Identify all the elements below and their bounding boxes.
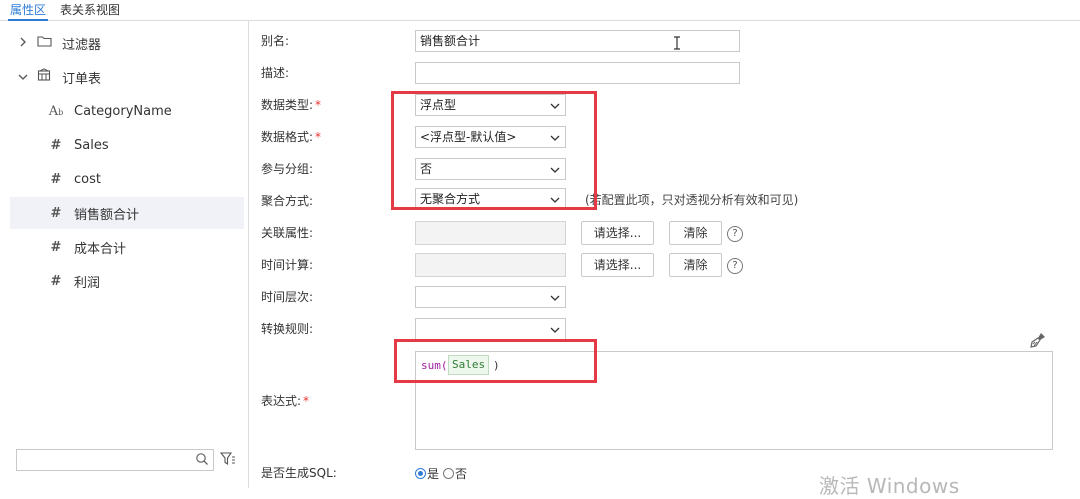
- chevron-down-icon[interactable]: [16, 71, 30, 84]
- left-tree-panel: 过滤器 订单表 Ab CategoryName # Sales # cost #…: [0, 21, 249, 488]
- tree-item-sales-total[interactable]: # 销售额合计: [10, 197, 244, 229]
- grouping-label: 参与分组:: [261, 162, 314, 176]
- hash-icon: #: [50, 239, 62, 255]
- radio-unchecked-icon[interactable]: [443, 468, 454, 479]
- aggregation-hint: (若配置此项，只对透视分析有效和可见): [585, 193, 799, 207]
- tab-table-relation-view[interactable]: 表关系视图: [60, 2, 120, 18]
- related-attr-choose-button[interactable]: 请选择...: [581, 221, 654, 245]
- hash-icon: #: [50, 273, 62, 289]
- alias-label: 别名:: [261, 34, 290, 48]
- property-form: 别名: 销售额合计 描述: 数据类型: * 浮点型 数据格式: * <浮点型-默认值…: [249, 21, 1080, 498]
- activation-watermark: 激活 Windows: [819, 474, 960, 498]
- generate-sql-label: 是否生成SQL:: [261, 466, 337, 480]
- time-calc-clear-button[interactable]: 清除: [669, 253, 722, 277]
- tree-item-label: 过滤器: [62, 37, 102, 53]
- time-level-label: 时间层次:: [261, 290, 314, 304]
- related-attr-clear-button[interactable]: 清除: [669, 221, 722, 245]
- tree-item-label: CategoryName: [74, 103, 172, 119]
- aggregation-label: 聚合方式:: [261, 194, 314, 208]
- generate-sql-no-radio[interactable]: 否: [443, 465, 467, 482]
- tree-item-cost[interactable]: # cost: [10, 163, 244, 195]
- time-calc-input: [415, 253, 566, 277]
- tab-bar: 属性区 表关系视图: [0, 0, 1080, 21]
- tree-item-label: Sales: [74, 137, 109, 153]
- data-format-label: 数据格式: *: [261, 130, 322, 144]
- radio-label: 否: [455, 467, 468, 481]
- text-cursor-icon: [673, 36, 681, 53]
- tree-item-label: 销售额合计: [74, 207, 140, 223]
- hash-icon: #: [50, 137, 62, 153]
- table-icon: [34, 68, 54, 86]
- expression-label: 表达式: *: [261, 394, 310, 408]
- chevron-down-icon: [549, 290, 561, 310]
- tree-item-profit[interactable]: # 利润: [10, 265, 244, 297]
- text-field-icon: Ab: [48, 103, 64, 119]
- hash-icon: #: [50, 171, 62, 187]
- hash-icon: #: [50, 205, 62, 221]
- tree-item-label: 利润: [74, 275, 101, 291]
- highlight-box: [391, 91, 597, 210]
- alias-input[interactable]: 销售额合计: [415, 30, 740, 52]
- chevron-right-icon[interactable]: [16, 37, 30, 50]
- data-type-label: 数据类型: *: [261, 98, 322, 112]
- folder-icon: [34, 35, 54, 51]
- convert-rule-select[interactable]: [415, 318, 566, 340]
- radio-label: 是: [427, 467, 440, 481]
- tree-item-label: cost: [74, 171, 101, 187]
- tree-item-sales[interactable]: # Sales: [10, 129, 244, 161]
- time-level-select[interactable]: [415, 286, 566, 308]
- description-label: 描述:: [261, 66, 290, 80]
- description-input[interactable]: [415, 62, 740, 84]
- tree-item-order-table[interactable]: 订单表: [10, 61, 244, 93]
- generate-sql-yes-radio[interactable]: 是: [415, 465, 439, 482]
- related-attr-label: 关联属性:: [261, 226, 314, 240]
- help-icon[interactable]: ?: [727, 226, 743, 242]
- time-calc-label: 时间计算:: [261, 258, 314, 272]
- radio-checked-icon[interactable]: [415, 468, 426, 479]
- time-calc-choose-button[interactable]: 请选择...: [581, 253, 654, 277]
- tab-properties[interactable]: 属性区: [7, 2, 49, 21]
- help-icon[interactable]: ?: [727, 258, 743, 274]
- search-icon[interactable]: [195, 452, 209, 469]
- tree-item-cost-total[interactable]: # 成本合计: [10, 231, 244, 263]
- related-attr-input: [415, 221, 566, 245]
- tree-item-filters[interactable]: 过滤器: [10, 27, 244, 59]
- filter-icon[interactable]: [219, 452, 236, 469]
- format-brush-icon[interactable]: [1029, 331, 1047, 352]
- tree-item-categoryname[interactable]: Ab CategoryName: [10, 95, 244, 127]
- tree-item-label: 成本合计: [74, 241, 127, 257]
- highlight-box: [394, 339, 597, 383]
- convert-rule-label: 转换规则:: [261, 322, 314, 336]
- tree-search-input[interactable]: [16, 449, 214, 471]
- tree-item-label: 订单表: [62, 71, 102, 87]
